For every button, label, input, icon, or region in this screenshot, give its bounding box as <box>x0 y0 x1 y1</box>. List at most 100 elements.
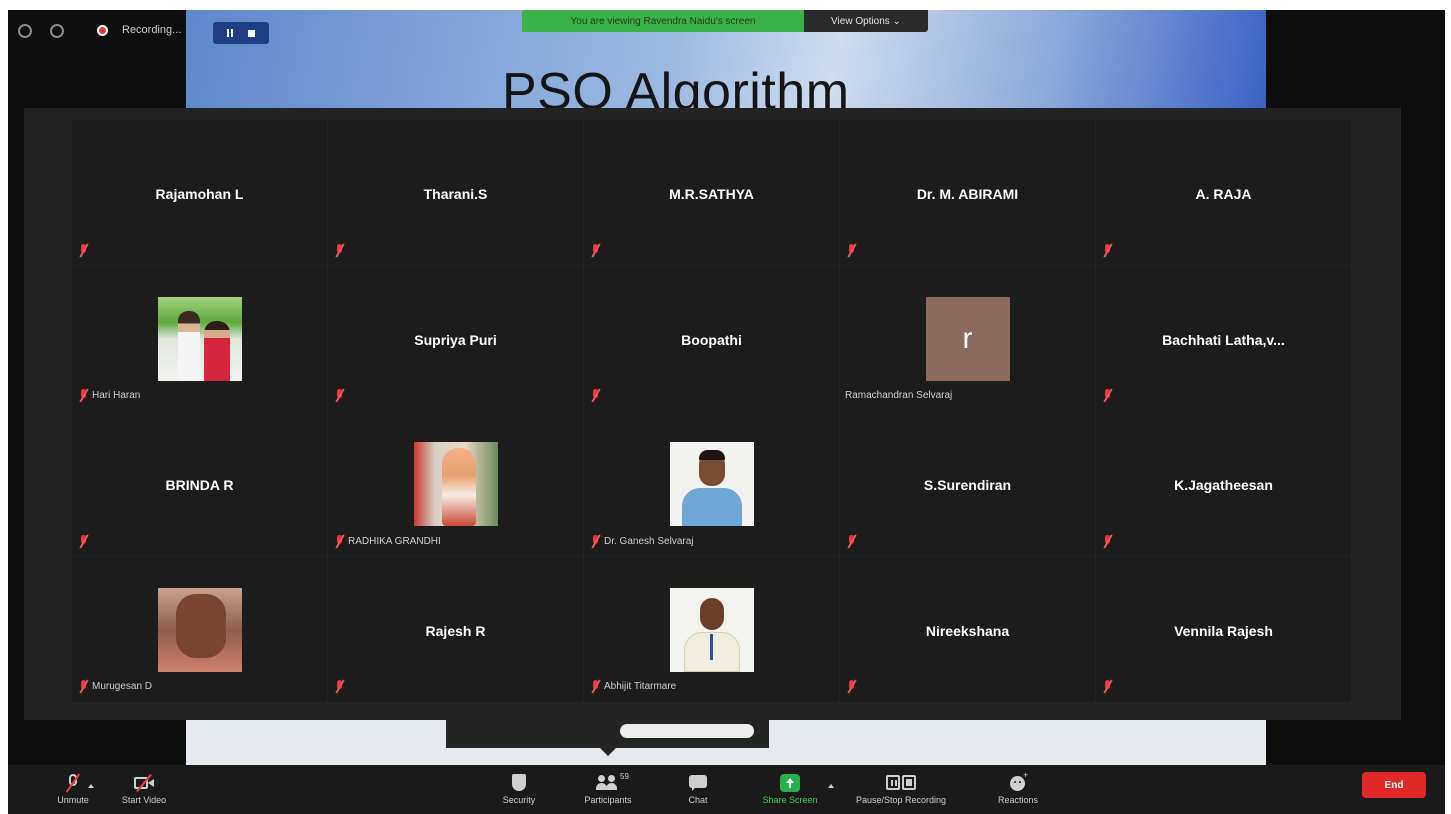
shield-check-icon[interactable] <box>50 24 64 38</box>
participant-tile[interactable]: Hari Haran <box>72 265 327 411</box>
participant-name: Nireekshana <box>925 622 1010 639</box>
participant-tile[interactable]: M.R.SATHYA <box>584 120 839 265</box>
start-video-label: Start Video <box>121 795 167 805</box>
chat-icon <box>687 774 709 792</box>
participant-name: Supriya Puri <box>414 331 497 348</box>
participant-tile[interactable]: Dr. M. ABIRAMI <box>840 120 1095 265</box>
security-label: Security <box>502 795 536 805</box>
meeting-toolbar: Unmute Start Video Security 59 Participa… <box>8 765 1445 814</box>
participant-name: Dr. Ganesh Selvaraj <box>604 535 694 547</box>
share-screen-button[interactable]: Share Screen <box>750 765 830 814</box>
viewing-screen-banner: You are viewing Ravendra Naidu's screen <box>522 10 804 32</box>
participant-name: Vennila Rajesh <box>1174 622 1273 639</box>
reactions-label: Reactions <box>997 795 1039 805</box>
muted-mic-icon <box>1103 388 1113 403</box>
participant-status: Hari Haran <box>79 388 140 403</box>
participant-name: K.Jagatheesan <box>1174 477 1273 493</box>
participant-tile[interactable]: S.Surendiran <box>840 411 1095 556</box>
participant-status <box>79 243 89 257</box>
participants-label: Participants <box>584 795 632 805</box>
muted-mic-icon <box>847 243 857 257</box>
pause-stop-recording-label: Pause/Stop Recording <box>855 795 947 805</box>
participant-status: Ramachandran Selvaraj <box>845 389 952 403</box>
share-options-caret[interactable] <box>828 784 834 788</box>
recording-label: Recording... <box>122 24 182 36</box>
muted-mic-icon <box>1103 534 1113 548</box>
participant-status <box>335 679 345 694</box>
participant-tile[interactable]: Bachhati Latha,v... <box>1096 265 1351 411</box>
participant-status <box>591 388 601 403</box>
participant-tile[interactable]: Vennila Rajesh <box>1096 556 1351 702</box>
muted-mic-icon <box>79 679 89 694</box>
muted-mic-icon <box>79 534 89 548</box>
participant-name: BRINDA R <box>165 477 234 493</box>
participant-tile[interactable]: Nireekshana <box>840 556 1095 702</box>
participant-name: Rajamohan L <box>155 186 244 202</box>
participant-name: Abhijit Titarmare <box>604 681 677 692</box>
participants-count: 59 <box>620 772 629 781</box>
stop-recording-icon[interactable] <box>248 29 256 37</box>
end-meeting-button[interactable]: End <box>1362 772 1426 798</box>
share-screen-label: Share Screen <box>762 795 818 805</box>
participant-tile[interactable]: r Ramachandran Selvaraj <box>840 265 1095 411</box>
participant-status <box>1103 243 1113 257</box>
participant-tile[interactable]: Tharani.S <box>328 120 583 265</box>
start-video-button[interactable]: Start Video <box>114 765 174 814</box>
participant-status <box>1103 388 1113 403</box>
chat-button[interactable]: Chat <box>674 765 722 814</box>
recording-controls <box>213 22 269 44</box>
participant-tile[interactable]: Supriya Puri <box>328 265 583 411</box>
pause-stop-recording-button[interactable]: Pause/Stop Recording <box>848 765 954 814</box>
participant-tile[interactable]: BRINDA R <box>72 411 327 556</box>
participant-tile[interactable]: A. RAJA <box>1096 120 1351 265</box>
audio-options-caret[interactable] <box>88 784 94 788</box>
shield-icon <box>508 774 530 792</box>
participant-name: M.R.SATHYA <box>669 186 754 202</box>
participant-tile[interactable]: Rajesh R <box>328 556 583 702</box>
muted-mic-icon <box>591 679 601 694</box>
pause-recording-icon[interactable] <box>226 29 233 37</box>
reactions-button[interactable]: + Reactions <box>992 765 1044 814</box>
view-options-button[interactable]: View Options ⌄ <box>804 10 928 32</box>
security-button[interactable]: Security <box>494 765 544 814</box>
pause-stop-recording-icon <box>886 774 916 792</box>
unmute-button[interactable]: Unmute <box>48 765 98 814</box>
muted-mic-icon <box>591 388 601 403</box>
participant-name: RADHIKA GRANDHI <box>348 535 441 547</box>
participant-name: S.Surendiran <box>923 477 1012 493</box>
participant-name: Bachhati Latha,v... <box>1162 331 1285 348</box>
participant-status <box>847 534 857 548</box>
participant-status: Murugesan D <box>79 679 152 694</box>
muted-mic-icon <box>847 679 857 694</box>
unmute-label: Unmute <box>57 795 89 805</box>
participants-button[interactable]: 59 Participants <box>572 765 644 814</box>
participant-avatar <box>157 296 242 381</box>
participant-tile[interactable]: RADHIKA GRANDHI <box>328 411 583 556</box>
menu-caret <box>600 748 616 756</box>
participant-tile[interactable]: Dr. Ganesh Selvaraj <box>584 411 839 556</box>
menu-pill[interactable] <box>620 724 754 738</box>
participant-tile[interactable]: K.Jagatheesan <box>1096 411 1351 556</box>
muted-mic-icon <box>591 534 601 548</box>
meeting-window: PSO Algorithm Recording... You are viewi… <box>8 10 1445 814</box>
participant-tile[interactable]: Abhijit Titarmare <box>584 556 839 702</box>
info-icon[interactable] <box>18 24 32 38</box>
muted-microphone-icon <box>62 773 84 793</box>
muted-mic-icon <box>1103 243 1113 257</box>
muted-mic-icon <box>847 534 857 548</box>
participants-menu <box>446 720 769 748</box>
participant-status <box>847 679 857 694</box>
participant-tile[interactable]: Rajamohan L <box>72 120 327 265</box>
participant-grid: Rajamohan L Tharani.S M.R.SATHYA Dr. M. ABI… <box>72 120 1354 710</box>
participant-avatar <box>413 442 498 526</box>
participant-status: Dr. Ganesh Selvaraj <box>591 534 694 548</box>
reactions-icon: + <box>1007 771 1029 792</box>
video-off-icon <box>133 773 155 793</box>
participant-tile[interactable]: Boopathi <box>584 265 839 411</box>
participant-status: Abhijit Titarmare <box>591 679 677 694</box>
participant-avatar <box>157 587 242 672</box>
participants-icon: 59 <box>596 772 629 792</box>
participant-name: Ramachandran Selvaraj <box>845 390 953 401</box>
participant-status <box>79 534 89 548</box>
participant-tile[interactable]: Murugesan D <box>72 556 327 702</box>
